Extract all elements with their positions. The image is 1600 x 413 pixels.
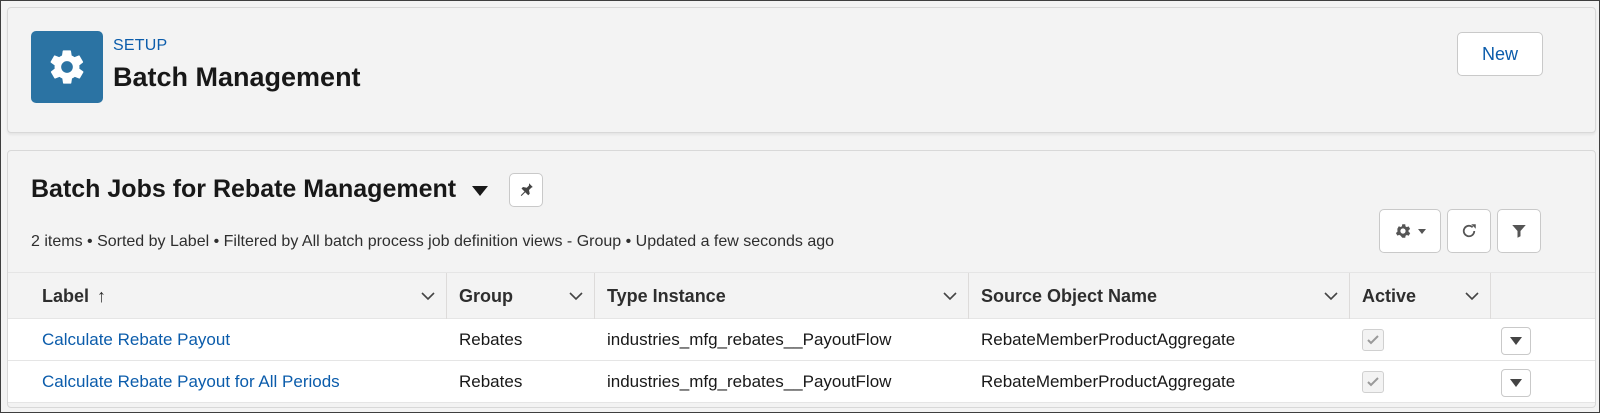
refresh-button[interactable]	[1447, 209, 1491, 253]
column-header-group[interactable]: Group	[447, 273, 595, 319]
filter-icon	[1512, 225, 1526, 238]
chevron-down-icon[interactable]	[1323, 288, 1339, 304]
column-header-active[interactable]: Active	[1350, 273, 1491, 319]
chevron-down-icon[interactable]	[420, 288, 436, 304]
active-checkbox	[1362, 328, 1384, 351]
filter-button[interactable]	[1497, 209, 1541, 253]
chevron-down-icon[interactable]	[1464, 288, 1480, 304]
list-view-settings-button[interactable]	[1379, 209, 1441, 253]
app-frame: SETUP Batch Management New Batch Jobs fo…	[0, 0, 1600, 413]
page-header: SETUP Batch Management New	[7, 7, 1596, 133]
new-button[interactable]: New	[1457, 32, 1543, 76]
chevron-down-icon	[1418, 228, 1426, 234]
batch-jobs-table: Label ↑ Group Type Instance Source Objec…	[8, 272, 1595, 403]
column-header-label[interactable]: Label ↑	[8, 273, 447, 319]
pin-icon	[520, 183, 533, 196]
settings-gear-icon	[1395, 224, 1411, 238]
column-header-type-instance[interactable]: Type Instance	[595, 273, 969, 319]
row-label-link[interactable]: Calculate Rebate Payout for All Periods	[42, 361, 340, 402]
row-group: Rebates	[459, 329, 523, 349]
page-title: Batch Management	[113, 62, 361, 92]
row-group: Rebates	[459, 371, 523, 391]
row-actions-button[interactable]	[1501, 369, 1531, 397]
checkmark-icon	[1367, 334, 1379, 344]
sort-ascending-icon: ↑	[97, 285, 107, 306]
chevron-down-icon[interactable]	[942, 288, 958, 304]
list-view-title[interactable]: Batch Jobs for Rebate Management	[31, 175, 456, 204]
list-view-summary: 2 items • Sorted by Label • Filtered by …	[31, 233, 835, 250]
pin-list-view-button[interactable]	[509, 173, 543, 207]
refresh-icon	[1462, 224, 1476, 238]
row-type-instance: industries_mfg_rebates__PayoutFlow	[607, 371, 892, 391]
caret-down-icon	[1510, 379, 1522, 387]
table-row: Calculate Rebate Payout for All Periods …	[8, 361, 1595, 403]
gear-icon	[50, 50, 84, 84]
setup-eyebrow: SETUP	[113, 37, 168, 54]
chevron-down-icon[interactable]	[568, 288, 584, 304]
row-actions-button[interactable]	[1501, 327, 1531, 355]
caret-down-icon	[1510, 337, 1522, 345]
row-type-instance: industries_mfg_rebates__PayoutFlow	[607, 329, 892, 349]
table-header: Label ↑ Group Type Instance Source Objec…	[8, 272, 1595, 319]
checkmark-icon	[1367, 376, 1379, 386]
list-view-switcher-caret-icon[interactable]	[472, 186, 488, 196]
row-active	[1362, 361, 1384, 402]
row-source-object: RebateMemberProductAggregate	[981, 329, 1236, 349]
row-active	[1362, 319, 1384, 360]
row-source-object: RebateMemberProductAggregate	[981, 371, 1236, 391]
table-row: Calculate Rebate Payout Rebates industri…	[8, 319, 1595, 361]
setup-tile	[31, 31, 103, 103]
active-checkbox	[1362, 370, 1384, 393]
column-header-source-object-name[interactable]: Source Object Name	[969, 273, 1350, 319]
list-view-card: Batch Jobs for Rebate Management 2 items…	[7, 150, 1596, 408]
row-label-link[interactable]: Calculate Rebate Payout	[42, 319, 230, 360]
